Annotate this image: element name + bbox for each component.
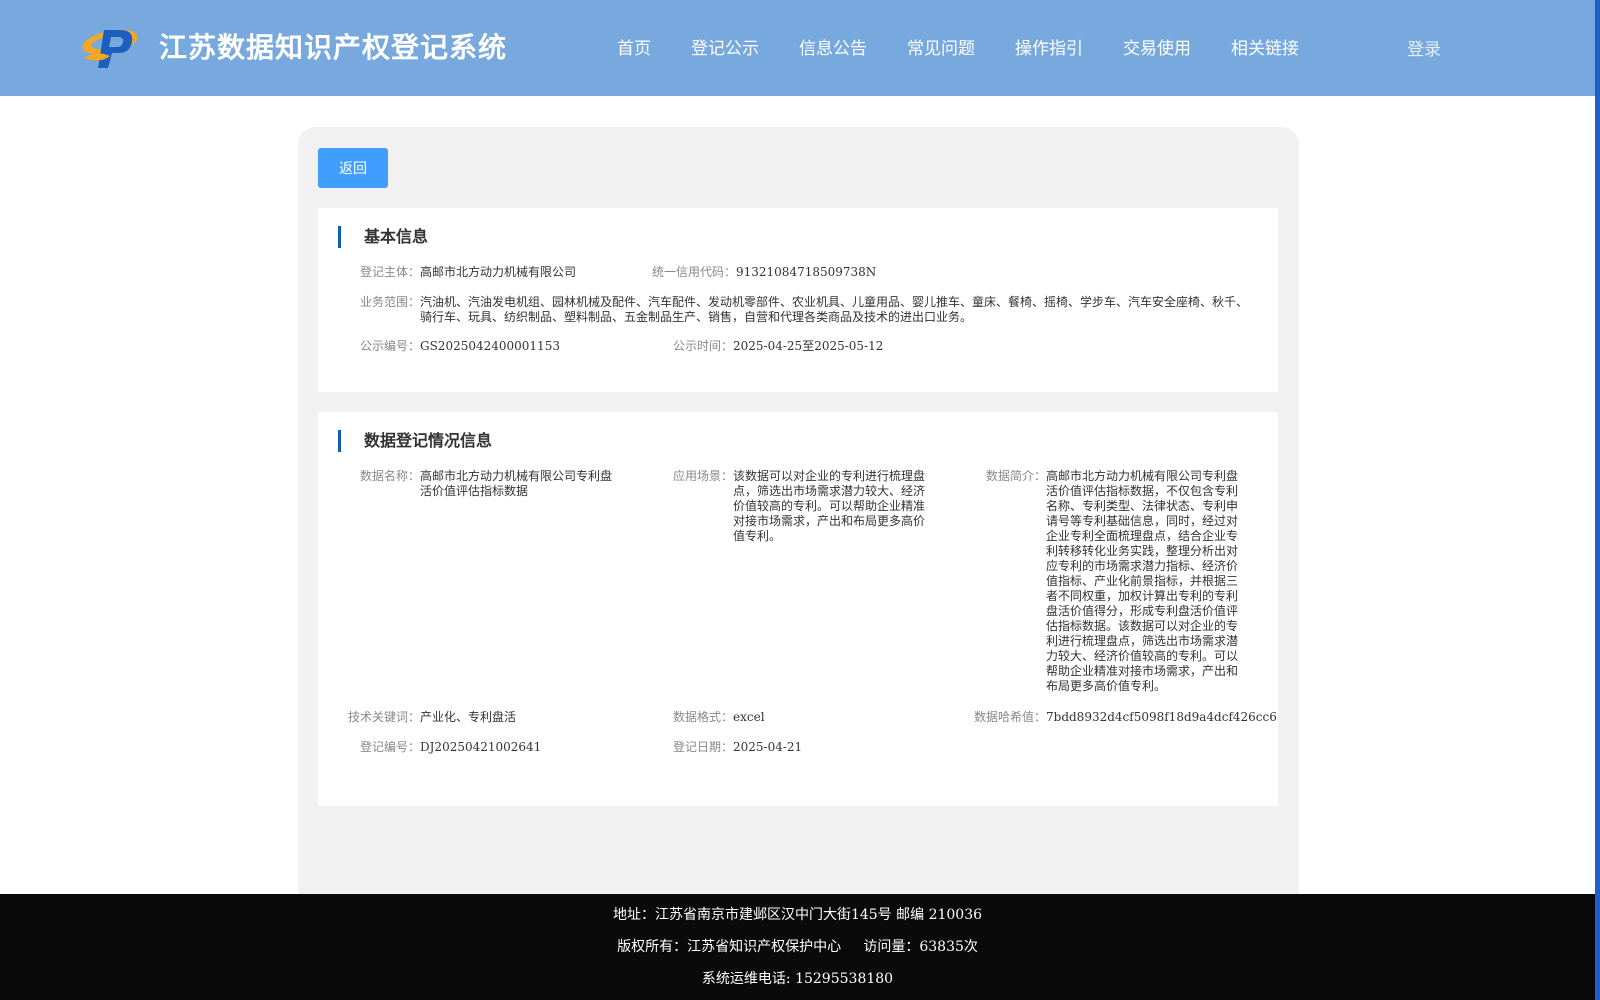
site-logo-icon[interactable] bbox=[80, 20, 140, 70]
site-footer: 地址：江苏省南京市建邺区汉中门大街145号 邮编 210036 版权所有：江苏省… bbox=[0, 894, 1595, 1000]
login-link[interactable]: 登录 bbox=[1407, 35, 1441, 60]
footer-visits: 访问量：63835次 bbox=[863, 939, 978, 955]
data-format-value: excel bbox=[733, 710, 765, 724]
footer-copyright: 版权所有：江苏省知识产权保护中心 bbox=[617, 939, 842, 955]
tech-keywords-label: 技术关键词： bbox=[347, 710, 420, 724]
data-format-label: 数据格式： bbox=[672, 710, 733, 724]
business-scope-label: 业务范围： bbox=[359, 295, 420, 309]
data-intro-value: 高邮市北方动力机械有限公司专利盘活价值评估指标数据，不仅包含专利名称、专利类型、… bbox=[1046, 469, 1239, 693]
notice-no-label: 公示编号： bbox=[359, 339, 420, 353]
footer-phone: 系统运维电话: 15295538180 bbox=[701, 971, 894, 987]
data-hash-label: 数据哈希值： bbox=[973, 710, 1046, 724]
application-scene-value: 该数据可以对企业的专利进行梳理盘点，筛选出市场需求潜力较大、经济价值较高的专利。… bbox=[733, 469, 926, 543]
basic-info-card: 基本信息 登记主体： 高邮市北方动力机械有限公司 统一信用代码： 9132108… bbox=[318, 208, 1278, 392]
nav-trading[interactable]: 交易使用 bbox=[1123, 34, 1191, 59]
nav-faq[interactable]: 常见问题 bbox=[907, 34, 975, 59]
credit-code-value: 91321084718509738N bbox=[736, 265, 877, 279]
data-name-label: 数据名称： bbox=[359, 469, 420, 483]
nav-links[interactable]: 相关链接 bbox=[1231, 34, 1299, 59]
data-name-value: 高邮市北方动力机械有限公司专利盘活价值评估指标数据 bbox=[420, 469, 613, 498]
subject-value: 高邮市北方动力机械有限公司 bbox=[420, 265, 577, 279]
footer-spacer bbox=[841, 939, 863, 955]
registration-no-label: 登记编号： bbox=[359, 740, 420, 754]
subject-label: 登记主体： bbox=[359, 265, 420, 279]
credit-code-label: 统一信用代码： bbox=[651, 265, 736, 279]
footer-address: 地址：江苏省南京市建邺区汉中门大街145号 邮编 210036 bbox=[612, 907, 983, 923]
main-nav: 首页 登记公示 信息公告 常见问题 操作指引 交易使用 相关链接 bbox=[617, 34, 1339, 59]
back-button[interactable]: 返回 bbox=[318, 148, 388, 188]
nav-announcements[interactable]: 信息公告 bbox=[799, 34, 867, 59]
nav-guide[interactable]: 操作指引 bbox=[1015, 34, 1083, 59]
application-scene-label: 应用场景： bbox=[672, 469, 733, 483]
registration-no-value: DJ20250421002641 bbox=[420, 740, 542, 754]
nav-registration-public[interactable]: 登记公示 bbox=[691, 34, 759, 59]
notice-time-value: 2025-04-25至2025-05-12 bbox=[733, 339, 884, 353]
business-scope-value: 汽油机、汽油发电机组、园林机械及配件、汽车配件、发动机零部件、农业机具、儿童用品… bbox=[420, 295, 1249, 324]
notice-time-label: 公示时间： bbox=[672, 339, 733, 353]
tech-keywords-value: 产业化、专利盘活 bbox=[420, 710, 517, 724]
data-intro-label: 数据简介： bbox=[985, 469, 1046, 483]
footer-copyright-line: 版权所有：江苏省知识产权保护中心 访问量：63835次 bbox=[0, 936, 1595, 956]
site-title[interactable]: 江苏数据知识产权登记系统 bbox=[159, 26, 507, 66]
data-registration-card: 数据登记情况信息 数据名称： 高邮市北方动力机械有限公司专利盘活价值评估指标数据… bbox=[318, 412, 1278, 806]
data-hash-value: 7bdd8932d4cf5098f18d9a4dcf426cc6 bbox=[1046, 710, 1277, 724]
registration-date-label: 登记日期： bbox=[672, 740, 733, 754]
basic-info-title: 基本信息 bbox=[338, 226, 428, 248]
page-edge-strip bbox=[1595, 0, 1600, 1000]
notice-no-value: GS2025042400001153 bbox=[420, 339, 560, 353]
registration-date-value: 2025-04-21 bbox=[733, 740, 803, 754]
nav-home[interactable]: 首页 bbox=[617, 34, 651, 59]
data-registration-title: 数据登记情况信息 bbox=[338, 430, 492, 452]
